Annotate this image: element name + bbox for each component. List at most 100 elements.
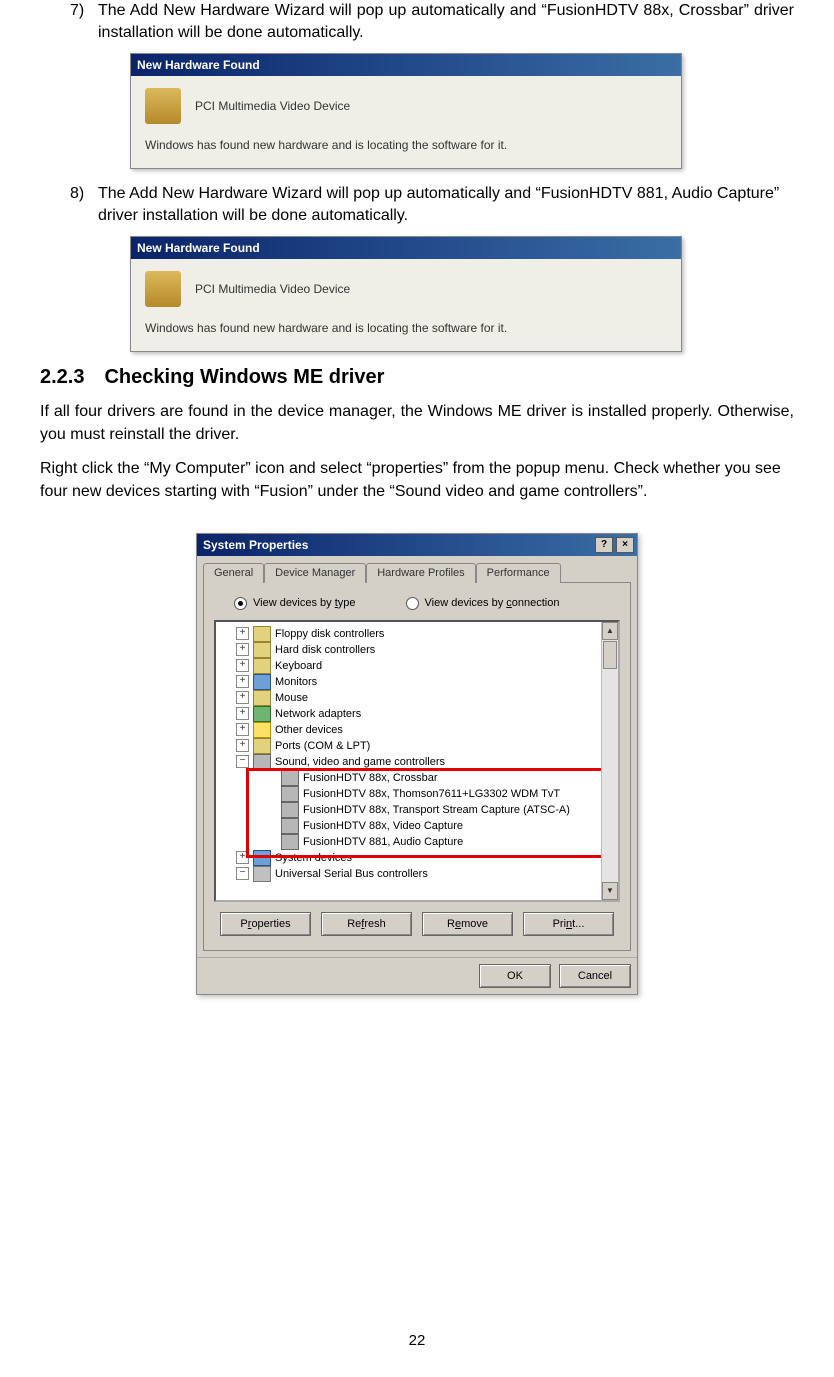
device-icon xyxy=(253,642,271,658)
device-name-2: PCI Multimedia Video Device xyxy=(195,282,350,296)
tree-label: FusionHDTV 88x, Transport Stream Capture… xyxy=(303,804,570,816)
section-p1: If all four drivers are found in the dev… xyxy=(40,401,794,446)
tree-item[interactable]: + Network adapters xyxy=(220,706,618,722)
tree-item[interactable]: + Hard disk controllers xyxy=(220,642,618,658)
expand-icon[interactable]: + xyxy=(236,659,249,672)
list-body-7: The Add New Hardware Wizard will pop up … xyxy=(98,0,794,43)
dialog-body-1: PCI Multimedia Video Device Windows has … xyxy=(131,76,681,168)
device-icon xyxy=(281,770,299,786)
device-tree[interactable]: + Floppy disk controllers + Hard disk contr… xyxy=(214,620,620,902)
expand-icon[interactable]: + xyxy=(236,707,249,720)
tree-label: Monitors xyxy=(275,676,317,688)
radio-icon xyxy=(234,597,247,610)
tree-item[interactable]: + Ports (COM & LPT) xyxy=(220,738,618,754)
expand-icon[interactable]: + xyxy=(236,643,249,656)
tree-item[interactable]: −Universal Serial Bus controllers xyxy=(220,866,618,882)
device-icon xyxy=(253,738,271,754)
tree-item[interactable]: + Mouse xyxy=(220,690,618,706)
device-icon xyxy=(281,834,299,850)
page: 7) The Add New Hardware Wizard will pop … xyxy=(0,0,834,1377)
tab-general[interactable]: General xyxy=(203,563,264,583)
section-p2: Right click the “My Computer” icon and s… xyxy=(40,458,794,503)
tree-label: Network adapters xyxy=(275,708,361,720)
tree-label: FusionHDTV 88x, Crossbar xyxy=(303,772,438,784)
tree-label: Hard disk controllers xyxy=(275,644,375,656)
radio-by-connection[interactable]: View devices by connection xyxy=(406,597,560,610)
expand-icon[interactable]: + xyxy=(236,691,249,704)
tabs: General Device Manager Hardware Profiles… xyxy=(197,556,637,582)
page-number: 22 xyxy=(0,1332,834,1349)
device-icon xyxy=(253,690,271,706)
tree-item[interactable]: FusionHDTV 881, Audio Capture xyxy=(220,834,618,850)
refresh-button[interactable]: Refresh xyxy=(321,912,412,936)
expand-icon[interactable]: + xyxy=(236,739,249,752)
ok-button[interactable]: OK xyxy=(479,964,551,988)
expand-icon[interactable]: − xyxy=(236,755,249,768)
list-item-8: 8) The Add New Hardware Wizard will pop … xyxy=(70,183,794,226)
tree-label: Floppy disk controllers xyxy=(275,628,384,640)
sysprops-titlebar: System Properties ? × xyxy=(197,534,637,556)
dialog-msg-2: Windows has found new hardware and is lo… xyxy=(145,321,667,335)
expand-icon[interactable]: − xyxy=(236,867,249,880)
tree-item[interactable]: + Other devices xyxy=(220,722,618,738)
tree-label: FusionHDTV 88x, Video Capture xyxy=(303,820,463,832)
properties-button[interactable]: Properties xyxy=(220,912,311,936)
list-num-8: 8) xyxy=(70,183,98,205)
tab-device-manager[interactable]: Device Manager xyxy=(264,563,366,583)
print-button[interactable]: Print... xyxy=(523,912,614,936)
hardware-icon xyxy=(145,271,181,307)
dialog-title-1: New Hardware Found xyxy=(131,54,681,76)
dialog-msg-1: Windows has found new hardware and is lo… xyxy=(145,138,667,152)
section-heading: 2.2.3 Checking Windows ME driver xyxy=(40,366,794,389)
expand-icon[interactable]: + xyxy=(236,723,249,736)
scroll-thumb[interactable] xyxy=(603,641,617,669)
scrollbar[interactable]: ▲ ▼ xyxy=(601,622,618,900)
radio-by-connection-label: View devices by connection xyxy=(425,597,560,609)
close-button[interactable]: × xyxy=(616,537,634,553)
device-icon xyxy=(281,818,299,834)
device-icon xyxy=(281,786,299,802)
expand-icon[interactable]: + xyxy=(236,851,249,864)
device-icon xyxy=(253,850,271,866)
radio-by-type[interactable]: View devices by type xyxy=(234,597,356,610)
cancel-button[interactable]: Cancel xyxy=(559,964,631,988)
tree-item[interactable]: FusionHDTV 88x, Transport Stream Capture… xyxy=(220,802,618,818)
device-icon xyxy=(253,866,271,882)
tree-item[interactable]: + Floppy disk controllers xyxy=(220,626,618,642)
tab-performance[interactable]: Performance xyxy=(476,563,561,583)
hardware-icon xyxy=(145,88,181,124)
scroll-down-icon[interactable]: ▼ xyxy=(602,882,618,900)
device-icon xyxy=(253,722,271,738)
hwfound-dialog-1: New Hardware Found PCI Multimedia Video … xyxy=(130,53,682,169)
scroll-up-icon[interactable]: ▲ xyxy=(602,622,618,640)
tree-label: Keyboard xyxy=(275,660,322,672)
device-icon xyxy=(253,674,271,690)
tree-item[interactable]: FusionHDTV 88x, Crossbar xyxy=(220,770,618,786)
tree-label: Other devices xyxy=(275,724,343,736)
expand-icon[interactable]: + xyxy=(236,675,249,688)
device-icon xyxy=(253,658,271,674)
dialog-title-2: New Hardware Found xyxy=(131,237,681,259)
device-icon xyxy=(253,754,271,770)
tree-label: System devices xyxy=(275,852,352,864)
tab-hardware-profiles[interactable]: Hardware Profiles xyxy=(366,563,475,583)
tree-item[interactable]: + System devices xyxy=(220,850,618,866)
tree-label: FusionHDTV 88x, Thomson7611+LG3302 WDM T… xyxy=(303,788,560,800)
tree-item[interactable]: FusionHDTV 88x, Video Capture xyxy=(220,818,618,834)
device-icon xyxy=(253,706,271,722)
tree-item[interactable]: + Keyboard xyxy=(220,658,618,674)
device-name-1: PCI Multimedia Video Device xyxy=(195,99,350,113)
remove-button[interactable]: Remove xyxy=(422,912,513,936)
tree-item[interactable]: −Sound, video and game controllers xyxy=(220,754,618,770)
tree-label: FusionHDTV 881, Audio Capture xyxy=(303,836,463,848)
tree-item[interactable]: + Monitors xyxy=(220,674,618,690)
list-num-7: 7) xyxy=(70,0,98,22)
list-body-8: The Add New Hardware Wizard will pop up … xyxy=(98,183,794,226)
device-icon xyxy=(253,626,271,642)
tree-label: Ports (COM & LPT) xyxy=(275,740,370,752)
list-item-7: 7) The Add New Hardware Wizard will pop … xyxy=(70,0,794,43)
tree-label: Mouse xyxy=(275,692,308,704)
tree-item[interactable]: FusionHDTV 88x, Thomson7611+LG3302 WDM T… xyxy=(220,786,618,802)
help-button[interactable]: ? xyxy=(595,537,613,553)
expand-icon[interactable]: + xyxy=(236,627,249,640)
